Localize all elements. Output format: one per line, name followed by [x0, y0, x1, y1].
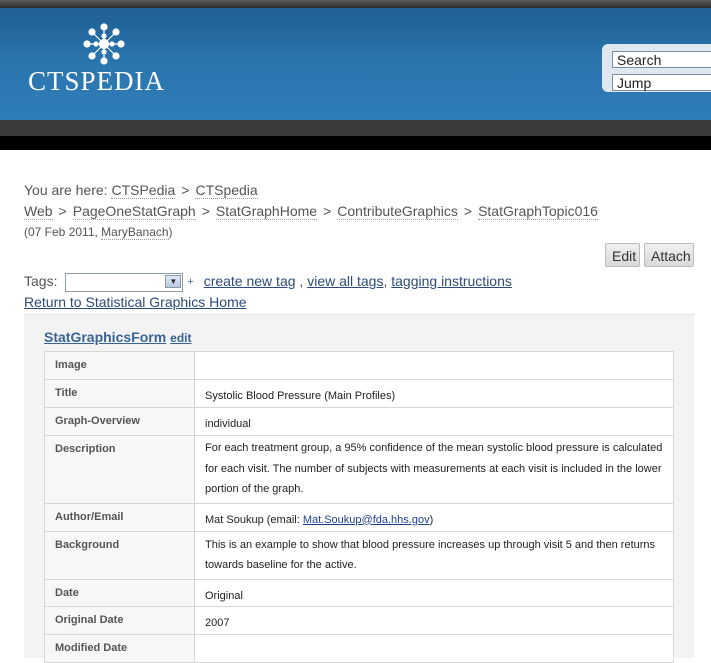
table-row: Date Original	[44, 578, 674, 607]
chevron-down-icon[interactable]: ▼	[165, 274, 182, 288]
logo-icon	[83, 23, 125, 65]
revision-date: 07 Feb 2011	[28, 225, 95, 239]
breadcrumb-contributegraphics[interactable]: ContributeGraphics	[337, 203, 458, 220]
edit-button[interactable]: Edit	[605, 243, 640, 267]
row-label: Author/Email	[44, 502, 195, 532]
revision-info: (07 Feb 2011, MaryBanach)	[24, 225, 173, 240]
breadcrumb-separator: >	[201, 203, 210, 219]
breadcrumb-separator: >	[58, 203, 67, 219]
row-value: This is an example to show that blood pr…	[194, 530, 674, 580]
breadcrumb-ctspedia[interactable]: CTSPedia	[111, 182, 176, 199]
row-value: 2007	[194, 606, 674, 635]
author-name: Mat Soukup (email:	[205, 513, 303, 526]
form-title: StatGraphicsForm edit	[44, 329, 191, 345]
table-row: Graph-Overview individual	[44, 406, 674, 436]
return-to-graphics-home-link[interactable]: Return to Statistical Graphics Home	[24, 294, 247, 310]
header-stripe-dark	[0, 136, 711, 150]
row-value: Systolic Blood Pressure (Main Profiles)	[194, 379, 674, 408]
breadcrumb-statgraphhome[interactable]: StatGraphHome	[215, 203, 318, 220]
site-logo-text[interactable]: CTSPEDIA	[28, 66, 165, 97]
row-label: Date	[44, 578, 195, 607]
table-row: Description For each treatment group, a …	[44, 434, 674, 504]
create-new-tag-link[interactable]: create new tag	[204, 273, 296, 289]
row-value: individual	[194, 406, 674, 436]
row-label: Graph-Overview	[44, 406, 195, 436]
header-search-box: Search Jump	[602, 44, 711, 92]
table-row: Original Date 2007	[44, 606, 674, 635]
plus-icon[interactable]: +	[187, 276, 193, 288]
tag-select[interactable]: ▼	[65, 272, 184, 292]
jump-input[interactable]: Jump	[612, 74, 711, 91]
table-row: Author/Email Mat Soukup (email: Mat.Souk…	[44, 502, 674, 532]
form-title-link[interactable]: StatGraphicsForm	[44, 329, 166, 345]
breadcrumb-pageonestatgraph[interactable]: PageOneStatGraph	[72, 203, 196, 220]
breadcrumb-prefix: You are here:	[24, 182, 108, 198]
site-header: CTSPEDIA Search Jump	[0, 8, 711, 120]
author-suffix: )	[429, 513, 434, 526]
view-all-tags-link[interactable]: view all tags	[307, 273, 383, 289]
row-label: Title	[44, 379, 195, 408]
row-value: Original	[194, 578, 674, 607]
author-email-link[interactable]: Mat.Soukup@fda.hhs.gov	[303, 514, 430, 526]
stat-graphics-form-panel: StatGraphicsForm edit Image Title Systoli…	[24, 314, 694, 663]
breadcrumb-separator: >	[181, 182, 190, 198]
form-table: Image Title Systolic Blood Pressure (Mai…	[44, 351, 674, 663]
row-label: Original Date	[44, 606, 195, 635]
breadcrumb-separator: >	[323, 203, 332, 219]
row-value	[194, 634, 674, 663]
table-row: Title Systolic Blood Pressure (Main Prof…	[44, 379, 674, 408]
search-input[interactable]: Search	[612, 51, 711, 68]
attach-button[interactable]: Attach	[644, 243, 694, 267]
row-label: Image	[44, 351, 195, 380]
revision-author-link[interactable]: MaryBanach	[101, 225, 169, 240]
form-edit-link[interactable]: edit	[170, 331, 191, 345]
breadcrumb-current-topic[interactable]: StatGraphTopic016	[478, 203, 598, 220]
tagging-instructions-link[interactable]: tagging instructions	[391, 273, 512, 289]
breadcrumb: You are here: CTSPedia > CTSpedia Web > Page…	[24, 180, 664, 243]
row-label: Background	[44, 530, 195, 580]
table-row: Image	[44, 351, 674, 380]
breadcrumb-separator: >	[463, 203, 473, 219]
table-row: Background This is an example to show th…	[44, 530, 674, 580]
window-top-edge	[0, 0, 711, 8]
tags-label: Tags:	[24, 273, 58, 289]
row-label: Modified Date	[44, 634, 195, 663]
row-label: Description	[44, 434, 195, 504]
row-value: Mat Soukup (email: Mat.Soukup@fda.hhs.go…	[194, 502, 674, 532]
row-value	[194, 351, 674, 380]
table-row: Modified Date	[44, 634, 674, 663]
tags-row: Tags: ▼ + create new tag , view all tags,…	[24, 271, 512, 292]
header-stripe	[0, 120, 711, 136]
row-value: For each treatment group, a 95% confiden…	[194, 434, 674, 504]
